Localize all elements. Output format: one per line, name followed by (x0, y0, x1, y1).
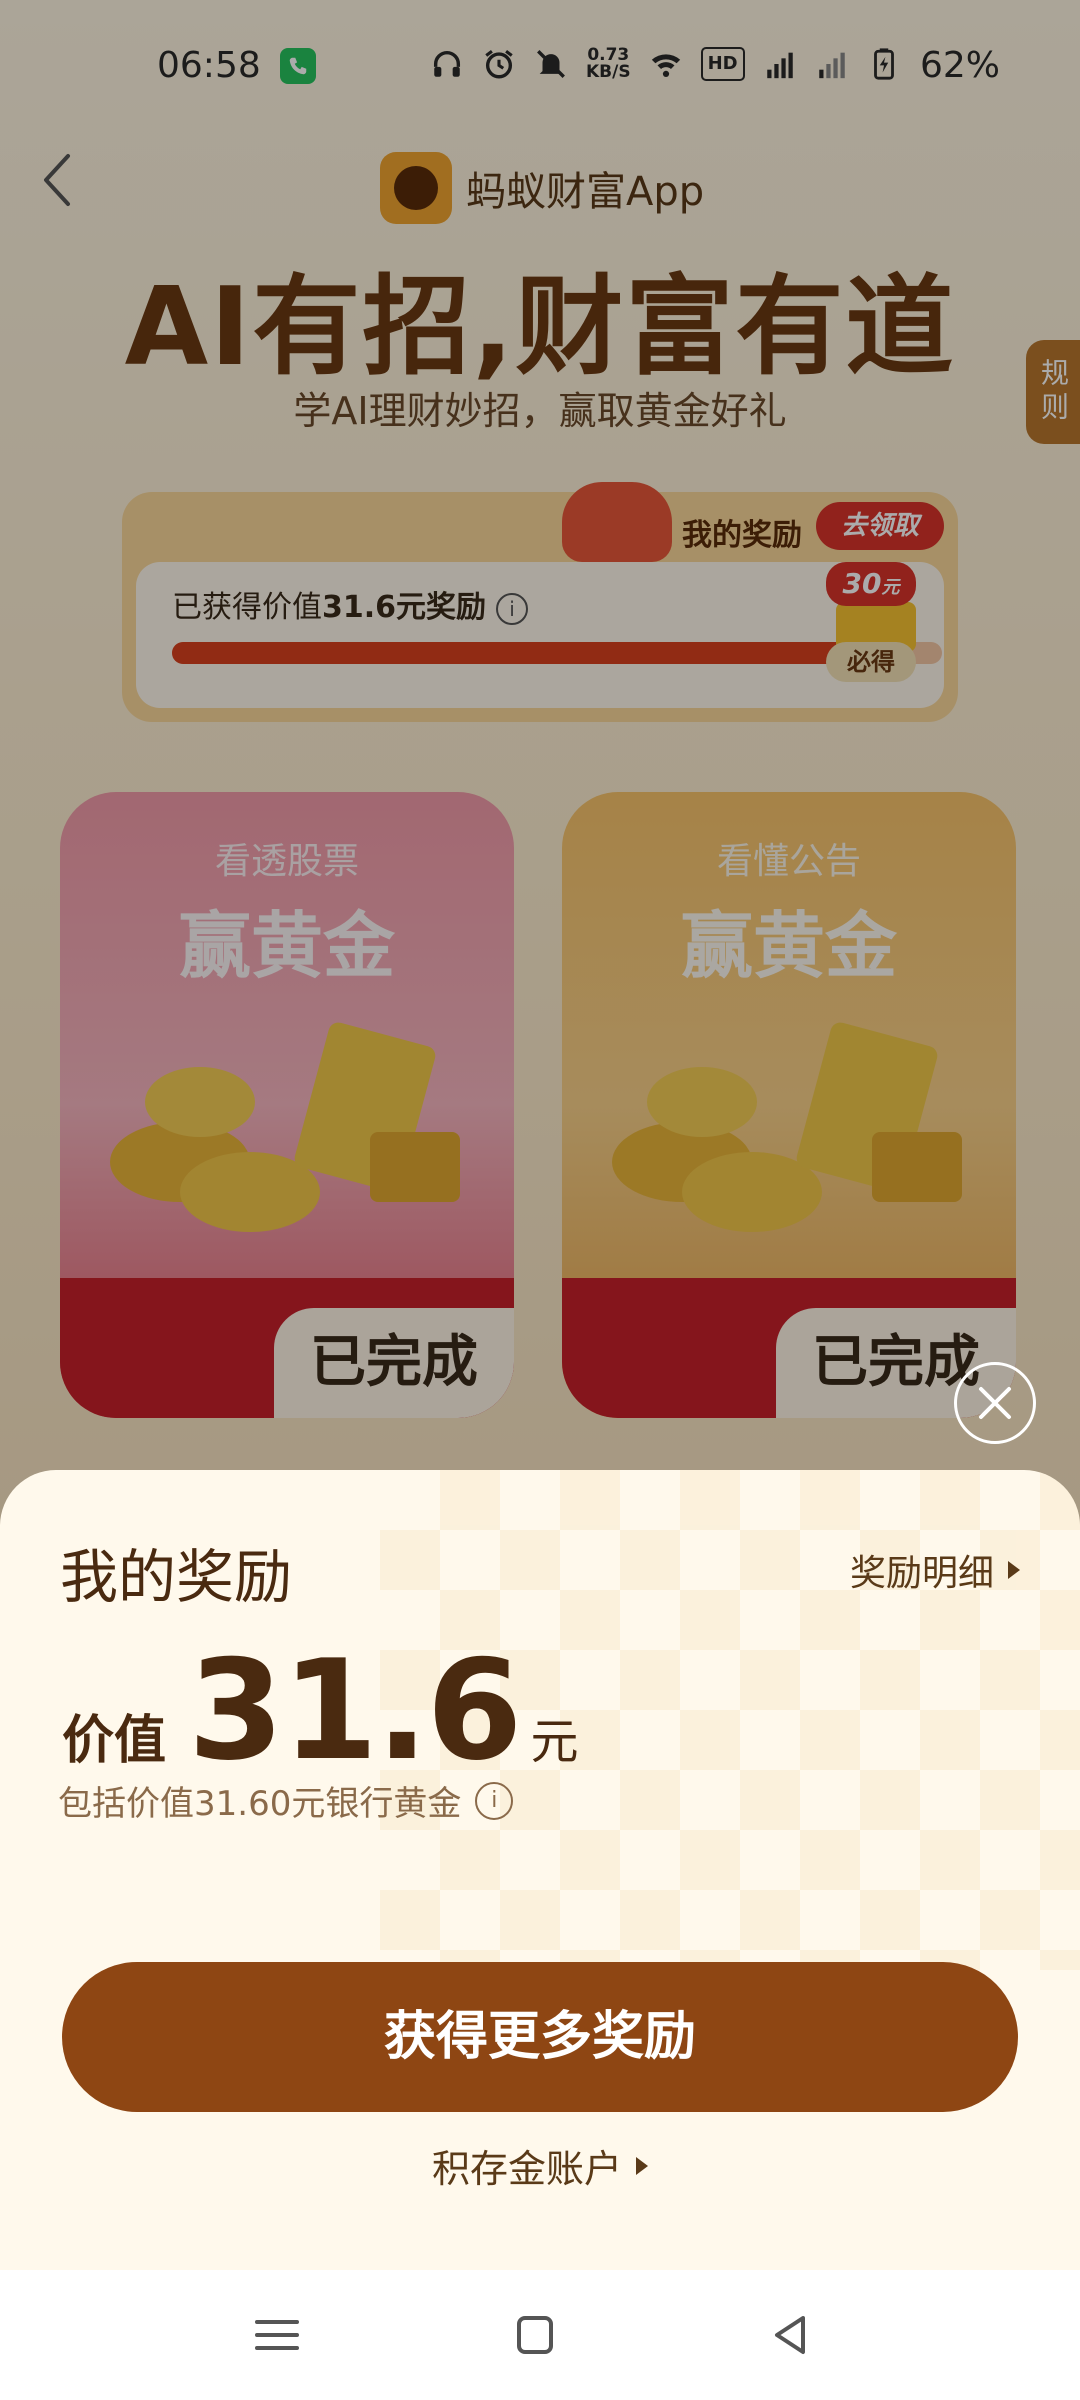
info-icon[interactable]: i (475, 1781, 514, 1820)
sheet-title: 我的奖励 (60, 1543, 293, 1611)
gold-savings-account-link[interactable]: 积存金账户 (0, 2138, 1080, 2193)
reward-value: 价值 31.6 元 (62, 1630, 579, 1791)
value-unit: 元 (530, 1714, 579, 1770)
includes-label: 包括价值31.60元银行黄金 (58, 1784, 462, 1824)
home-icon[interactable] (505, 2310, 565, 2360)
value-amount: 31.6 (188, 1630, 522, 1791)
chevron-right-icon (636, 2156, 648, 2175)
includes-text: 包括价值31.60元银行黄金 i (58, 1776, 514, 1825)
reward-detail-label: 奖励明细 (849, 1553, 994, 1594)
menu-icon[interactable] (247, 2310, 307, 2360)
chevron-right-icon (1008, 1561, 1020, 1579)
get-more-rewards-button[interactable]: 获得更多奖励 (62, 1962, 1018, 2112)
savings-link-label: 积存金账户 (431, 2147, 622, 2191)
value-prefix: 价值 (62, 1711, 167, 1771)
reward-detail-link[interactable]: 奖励明细 (850, 1544, 1020, 1596)
reward-bottom-sheet: 我的奖励 奖励明细 价值 31.6 元 包括价值31.60元银行黄金 i 获得更… (0, 1470, 1080, 2270)
close-icon (979, 1387, 1011, 1419)
back-icon[interactable] (763, 2310, 823, 2360)
close-button[interactable] (954, 1362, 1036, 1444)
system-nav-bar (0, 2270, 1080, 2400)
